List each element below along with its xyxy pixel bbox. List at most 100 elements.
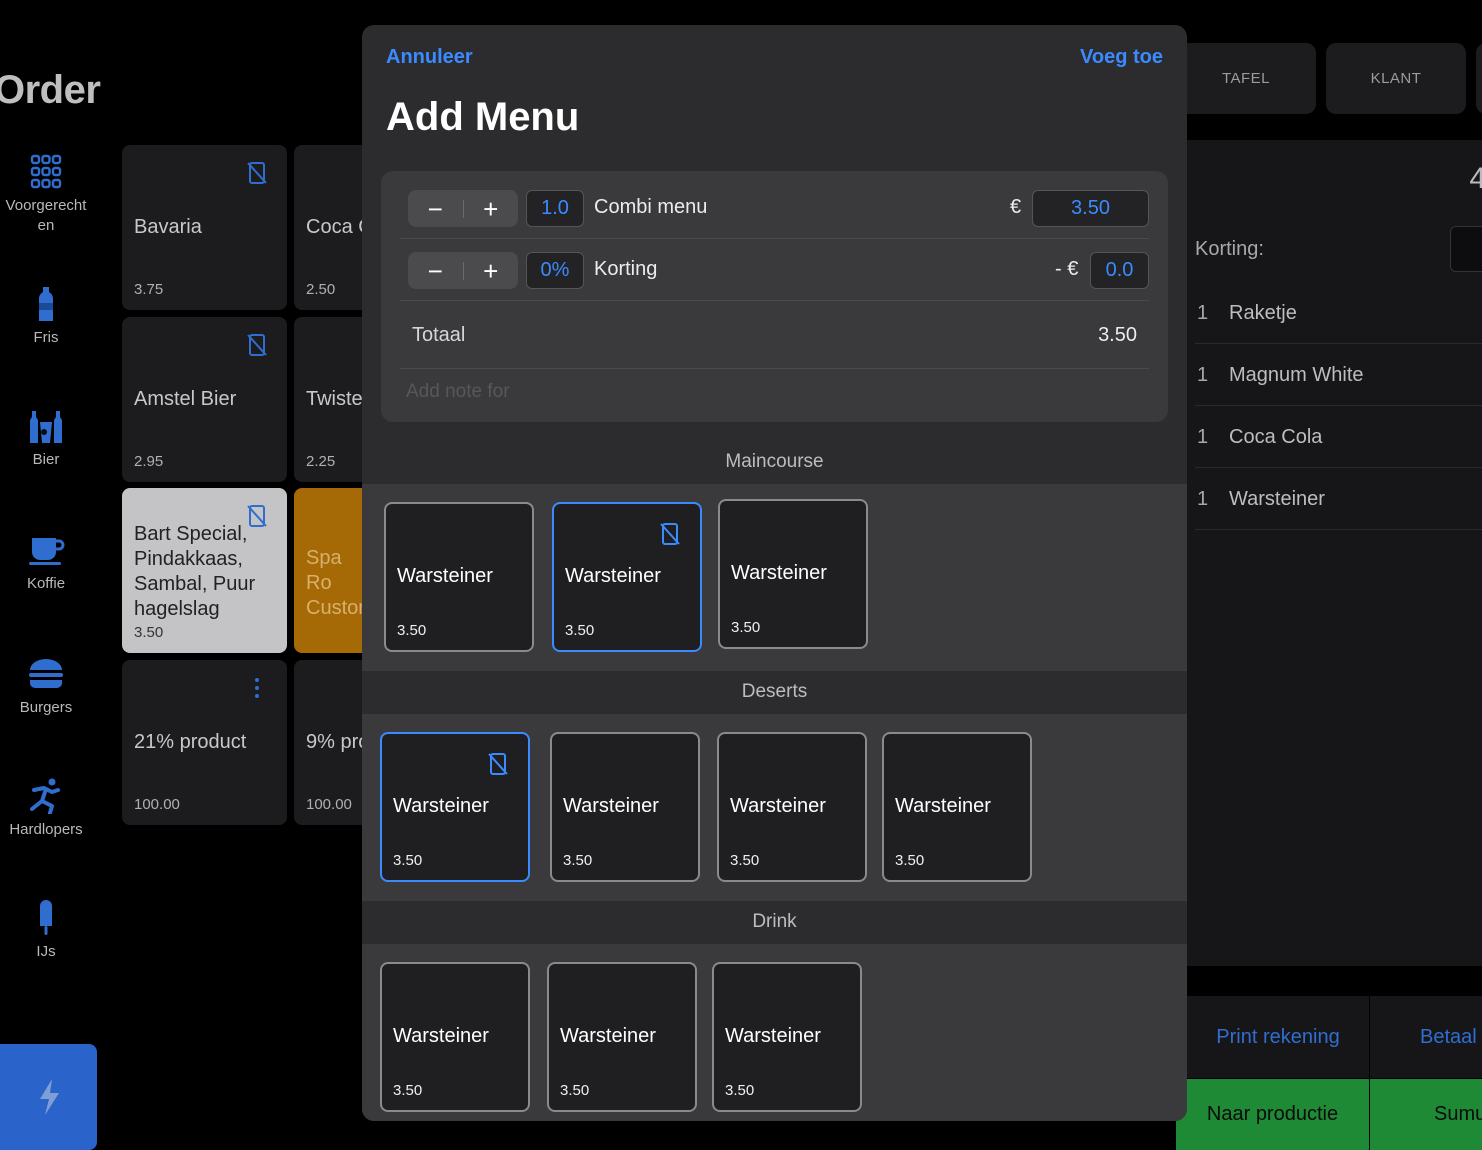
option-price: 3.50 [563, 852, 593, 869]
increment-button[interactable]: + [463, 190, 518, 227]
menu-option-tile[interactable]: Warsteiner 3.50 [550, 732, 700, 882]
sidebar-item-label: Koffie [26, 575, 66, 592]
print-receipt-button[interactable]: Print rekening [1187, 996, 1369, 1078]
product-tile-bart-special[interactable]: Bart Special, Pindakkaas, Sambal, Puur h… [122, 488, 287, 653]
no-phone-icon [247, 334, 267, 356]
option-price: 3.50 [730, 852, 760, 869]
cancel-button[interactable]: Annuleer [386, 46, 473, 69]
discount-label: Korting [594, 258, 658, 280]
discount-currency-symbol: - € [1055, 258, 1079, 280]
grid-icon [26, 154, 66, 190]
sidebar-item-label: Voorgerecht en [5, 197, 87, 234]
sidebar-item-hardlopers[interactable]: Hardlopers [0, 778, 92, 840]
product-price: 3.75 [134, 281, 164, 298]
product-name: 21% product [134, 731, 247, 753]
quantity-field[interactable]: 1.0 [526, 190, 584, 227]
product-price: 2.95 [134, 453, 164, 470]
sumup-button[interactable]: Sumu [1370, 1079, 1482, 1150]
decrement-button[interactable]: − [408, 252, 463, 289]
menu-option-tile-selected[interactable]: Warsteiner 3.50 [380, 732, 530, 882]
order-number: 4 [1469, 162, 1482, 195]
coffee-cup-icon [26, 532, 66, 568]
section-drink: Warsteiner 3.50 Warsteiner 3.50 Warstein… [362, 944, 1187, 1121]
beer-icon [26, 408, 66, 444]
currency-symbol: € [1010, 196, 1022, 218]
korting-input[interactable] [1450, 226, 1482, 272]
order-line[interactable]: 1 Raketje [1195, 282, 1482, 344]
order-line-name: Raketje [1229, 302, 1297, 324]
discount-stepper: − + [408, 252, 518, 289]
option-name: Warsteiner [397, 565, 493, 587]
menu-option-tile[interactable]: Warsteiner 3.50 [717, 732, 867, 882]
order-line[interactable]: 1 Magnum White [1195, 344, 1482, 406]
product-price: 2.50 [306, 281, 336, 298]
sidebar-item-ijs[interactable]: IJs [0, 900, 92, 962]
product-tile-amstel[interactable]: Amstel Bier 2.95 [122, 317, 287, 482]
sidebar-item-bier[interactable]: Bier [0, 408, 92, 470]
order-actions: Print rekening Betaal Naar productie Sum… [1176, 996, 1482, 1150]
menu-option-tile-selected[interactable]: Warsteiner 3.50 [552, 502, 702, 652]
send-to-production-button[interactable]: Naar productie [1176, 1079, 1369, 1150]
add-menu-modal: Annuleer Voeg toe Add Menu − + 1.0 Combi… [362, 25, 1187, 1121]
burger-icon [26, 656, 66, 692]
order-line-qty: 1 [1197, 426, 1209, 448]
order-line[interactable]: 1 Warsteiner [1195, 468, 1482, 530]
tab-more[interactable] [1476, 43, 1482, 114]
popsicle-icon [26, 900, 66, 936]
option-name: Warsteiner [565, 565, 661, 587]
price-field[interactable]: 3.50 [1032, 190, 1149, 227]
option-name: Warsteiner [895, 795, 991, 817]
pay-button[interactable]: Betaal [1370, 996, 1482, 1078]
no-phone-icon [488, 753, 508, 775]
option-price: 3.50 [565, 622, 595, 639]
page-title: Order [0, 68, 101, 112]
order-line-qty: 1 [1197, 488, 1209, 510]
menu-option-tile[interactable]: Warsteiner 3.50 [380, 962, 530, 1112]
option-price: 3.50 [731, 619, 761, 636]
modal-title: Add Menu [386, 95, 580, 139]
menu-option-tile[interactable]: Warsteiner 3.50 [547, 962, 697, 1112]
order-line-qty: 1 [1197, 364, 1209, 386]
product-tile-21-product[interactable]: 21% product 100.00 [122, 660, 287, 825]
product-price: 2.25 [306, 453, 336, 470]
decrement-button[interactable]: − [408, 190, 463, 227]
bottle-icon [26, 286, 66, 322]
order-line-name: Magnum White [1229, 364, 1364, 386]
sidebar-item-fris[interactable]: Fris [0, 286, 92, 348]
menu-option-tile[interactable]: Warsteiner 3.50 [882, 732, 1032, 882]
sidebar-item-label: IJs [36, 943, 56, 960]
order-panel: 4 Korting: 1 Raketje 1 Magnum White 1 Co… [1187, 140, 1482, 966]
menu-option-tile[interactable]: Warsteiner 3.50 [384, 502, 534, 652]
total-row: Totaal 3.50 [400, 302, 1149, 369]
order-line[interactable]: 1 Coca Cola [1195, 406, 1482, 468]
option-price: 3.50 [393, 1082, 423, 1099]
discount-value-field[interactable]: 0.0 [1090, 252, 1149, 289]
menu-option-tile[interactable]: Warsteiner 3.50 [712, 962, 862, 1112]
order-line-qty: 1 [1197, 302, 1209, 324]
product-tile-bavaria[interactable]: Bavaria 3.75 [122, 145, 287, 310]
product-name: Bart Special, Pindakkaas, Sambal, Puur h… [134, 523, 256, 620]
discount-percent-field[interactable]: 0% [526, 252, 584, 289]
sidebar-item-voorgerechten[interactable]: Voorgerecht en [0, 154, 92, 236]
runner-icon [26, 778, 66, 815]
more-options-icon[interactable] [253, 676, 261, 700]
tab-klant[interactable]: KLANT [1326, 43, 1466, 114]
product-price: 100.00 [134, 796, 180, 813]
quick-action-button[interactable] [0, 1044, 97, 1150]
product-price: 100.00 [306, 796, 352, 813]
product-name: 9% pro [306, 731, 370, 753]
increment-button[interactable]: + [463, 252, 518, 289]
korting-label: Korting: [1195, 238, 1264, 260]
tab-tafel[interactable]: TAFEL [1176, 43, 1316, 114]
product-name: Amstel Bier [134, 388, 237, 410]
add-button[interactable]: Voeg toe [1080, 46, 1163, 69]
menu-option-tile[interactable]: Warsteiner 3.50 [718, 499, 868, 649]
section-header-maincourse: Maincourse [362, 442, 1187, 482]
note-input[interactable] [406, 381, 1106, 403]
option-name: Warsteiner [731, 562, 827, 584]
order-line-name: Warsteiner [1229, 488, 1325, 510]
sidebar-item-koffie[interactable]: Koffie [0, 532, 92, 594]
option-name: Warsteiner [725, 1025, 821, 1047]
section-header-deserts: Deserts [362, 672, 1187, 712]
sidebar-item-burgers[interactable]: Burgers [0, 656, 92, 718]
